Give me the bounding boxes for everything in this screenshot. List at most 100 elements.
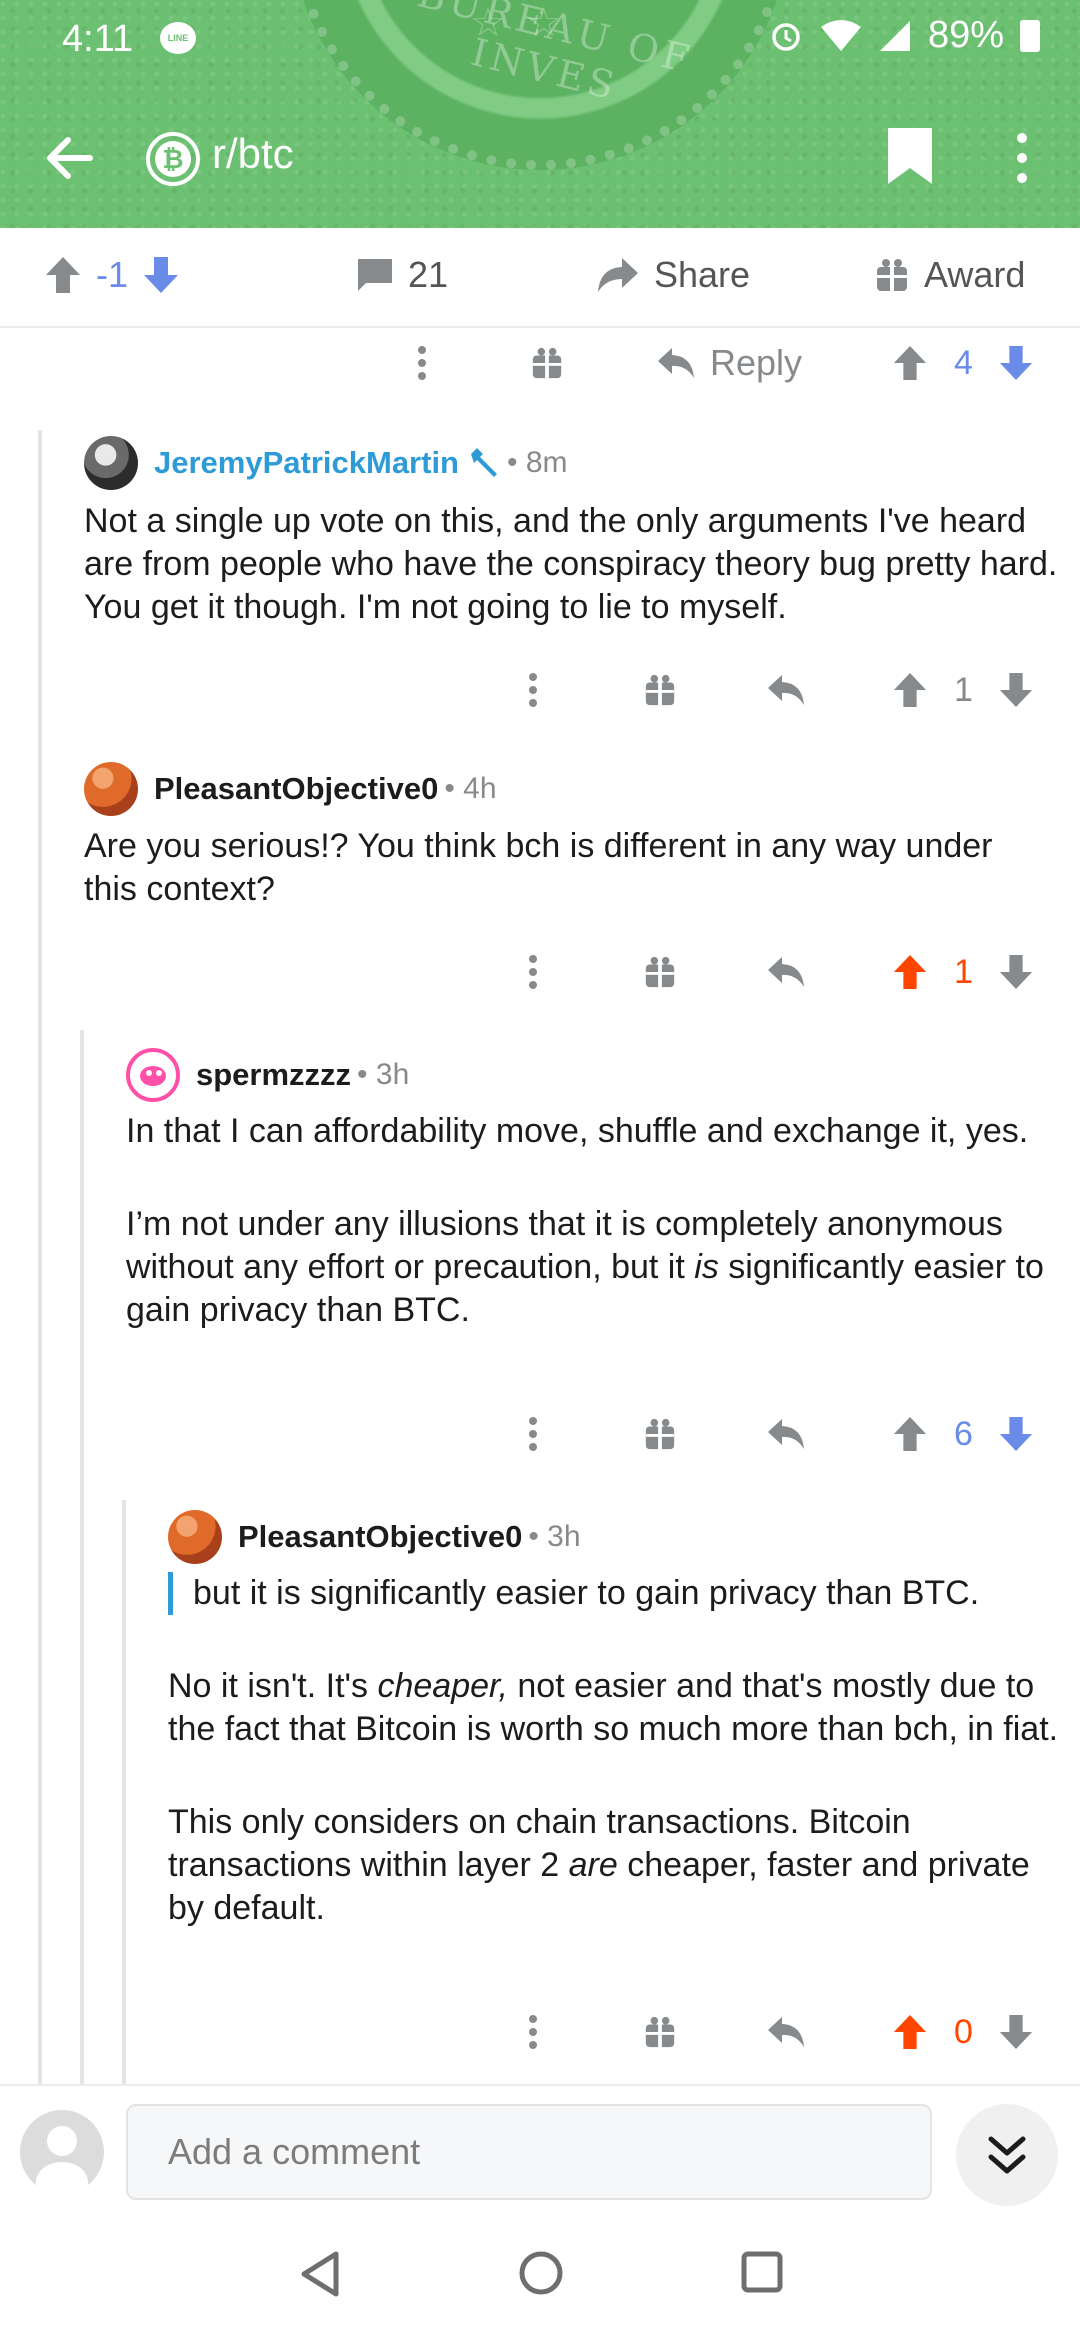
more-options-icon[interactable] bbox=[1000, 128, 1044, 188]
more-options-icon[interactable] bbox=[523, 1404, 543, 1464]
gift-icon[interactable] bbox=[643, 942, 677, 1002]
bitcoin-icon: ₿ bbox=[155, 141, 191, 177]
share-arrow-icon bbox=[598, 258, 638, 292]
reply-arrow-icon[interactable] bbox=[766, 1404, 806, 1464]
app-header: ☆☆ BUREAU OF INVES 4:11 LINE 89% ₿ r/btc bbox=[0, 0, 1080, 228]
downvote-arrow-icon[interactable] bbox=[998, 1404, 1034, 1464]
downvote-arrow-icon[interactable] bbox=[998, 2002, 1034, 2062]
subreddit-icon[interactable]: ₿ bbox=[146, 132, 200, 186]
comment-header: JeremyPatrickMartin • 8m bbox=[84, 436, 568, 490]
more-options-icon[interactable] bbox=[523, 660, 543, 720]
post-score: -1 bbox=[96, 254, 129, 295]
gift-icon[interactable] bbox=[643, 2002, 677, 2062]
comment-score: 1 bbox=[954, 952, 973, 991]
comment-body: Not a single up vote on this, and the on… bbox=[84, 502, 1058, 626]
comment-body: In that I can affordability move, shuffl… bbox=[126, 1112, 1044, 1329]
reply-arrow-icon[interactable] bbox=[766, 660, 806, 720]
gift-icon[interactable] bbox=[643, 1404, 677, 1464]
comments-button[interactable]: 21 bbox=[356, 254, 448, 296]
comment-header: PleasantObjective0 • 3h bbox=[168, 1510, 581, 1564]
collapse-threads-button[interactable] bbox=[956, 2104, 1058, 2206]
downvote-arrow-icon[interactable] bbox=[998, 333, 1034, 393]
post-action-bar: -1 21 Share Award bbox=[0, 228, 1080, 328]
upvote-arrow-icon[interactable] bbox=[892, 942, 928, 1002]
comments-count: 21 bbox=[408, 254, 449, 295]
comment-age: • 3h bbox=[528, 1520, 581, 1553]
comment-author[interactable]: spermzzzz bbox=[196, 1057, 351, 1093]
upvote-arrow-icon[interactable] bbox=[892, 333, 928, 393]
more-options-icon[interactable] bbox=[412, 333, 432, 393]
comment-score: 4 bbox=[954, 343, 973, 382]
share-button[interactable]: Share bbox=[596, 254, 750, 296]
status-icons: 89% bbox=[768, 14, 1040, 57]
status-time: 4:11 bbox=[62, 18, 134, 60]
comment-header: spermzzzz • 3h bbox=[126, 1048, 409, 1102]
upvote-arrow-icon[interactable] bbox=[44, 255, 82, 295]
line-app-icon: LINE bbox=[160, 22, 196, 54]
add-comment-input[interactable]: Add a comment bbox=[126, 2104, 932, 2200]
subreddit-name[interactable]: r/btc bbox=[212, 130, 294, 178]
home-circle-icon[interactable] bbox=[518, 2250, 564, 2296]
comment-score: 0 bbox=[954, 2012, 973, 2051]
android-navigation-bar bbox=[0, 2214, 1080, 2340]
status-bar: 4:11 LINE 89% bbox=[0, 0, 1080, 80]
thread-line-depth-2 bbox=[80, 1030, 84, 2084]
recents-square-icon[interactable] bbox=[740, 2250, 784, 2294]
reply-button[interactable]: Reply bbox=[656, 333, 802, 393]
comment-body: but it is significantly easier to gain p… bbox=[168, 1572, 1068, 1930]
upvote-arrow-icon[interactable] bbox=[892, 660, 928, 720]
avatar[interactable] bbox=[168, 1510, 222, 1564]
moderator-wrench-icon bbox=[471, 448, 497, 477]
back-arrow-icon[interactable] bbox=[40, 128, 100, 188]
top-nav: ₿ r/btc bbox=[0, 110, 1080, 200]
upvote-arrow-icon[interactable] bbox=[892, 1404, 928, 1464]
reply-arrow-icon bbox=[658, 348, 694, 378]
comment-author[interactable]: PleasantObjective0 bbox=[154, 771, 438, 807]
gift-icon[interactable] bbox=[530, 333, 564, 393]
reply-arrow-icon[interactable] bbox=[766, 2002, 806, 2062]
comment-author[interactable]: PleasantObjective0 bbox=[238, 1519, 522, 1555]
back-triangle-icon[interactable] bbox=[298, 2250, 342, 2298]
comment-age: • 3h bbox=[357, 1058, 410, 1091]
downvote-arrow-icon[interactable] bbox=[142, 255, 180, 295]
battery-percent: 89% bbox=[927, 14, 1004, 56]
more-options-icon[interactable] bbox=[523, 2002, 543, 2062]
comment-actions: 1 bbox=[0, 942, 1080, 1002]
parent-comment-actions: Reply 4 bbox=[0, 333, 1080, 393]
wifi-icon bbox=[820, 19, 861, 51]
award-label: Award bbox=[924, 254, 1026, 295]
avatar[interactable] bbox=[84, 762, 138, 816]
comment-actions: 0 bbox=[0, 2002, 1080, 2062]
post-vote-group: -1 bbox=[44, 254, 180, 296]
thread-line-depth-3 bbox=[122, 1500, 126, 2084]
blockquote: but it is significantly easier to gain p… bbox=[168, 1572, 1068, 1615]
comment-actions: 6 bbox=[0, 1404, 1080, 1464]
signal-icon bbox=[879, 20, 910, 51]
downvote-arrow-icon[interactable] bbox=[998, 660, 1034, 720]
upvote-arrow-icon[interactable] bbox=[892, 2002, 928, 2062]
comment-header: PleasantObjective0 • 4h bbox=[84, 762, 497, 816]
gift-icon[interactable] bbox=[643, 660, 677, 720]
share-label: Share bbox=[654, 254, 751, 295]
comment-composer: Add a comment bbox=[0, 2084, 1080, 2214]
comment-score: 6 bbox=[954, 1414, 973, 1453]
gift-icon bbox=[877, 259, 907, 291]
reply-label: Reply bbox=[710, 342, 803, 383]
downvote-arrow-icon[interactable] bbox=[998, 942, 1034, 1002]
comment-author[interactable]: JeremyPatrickMartin bbox=[154, 445, 459, 481]
award-button[interactable]: Award bbox=[874, 254, 1025, 296]
user-avatar[interactable] bbox=[20, 2110, 104, 2194]
battery-icon bbox=[1020, 19, 1040, 52]
reply-arrow-icon[interactable] bbox=[766, 942, 806, 1002]
comment-thread: Reply 4 JeremyPatrickMartin • 8m Not a s… bbox=[0, 330, 1080, 2084]
comment-score: 1 bbox=[954, 670, 973, 709]
alarm-icon bbox=[772, 22, 800, 51]
more-options-icon[interactable] bbox=[523, 942, 543, 1002]
bookmark-icon[interactable] bbox=[880, 124, 940, 188]
double-chevron-down-icon bbox=[988, 2136, 1026, 2174]
avatar[interactable] bbox=[126, 1048, 180, 1102]
comment-actions: 1 bbox=[0, 660, 1080, 720]
avatar[interactable] bbox=[84, 436, 138, 490]
comment-age: • 4h bbox=[444, 772, 497, 805]
comment-age: • 8m bbox=[507, 446, 568, 479]
